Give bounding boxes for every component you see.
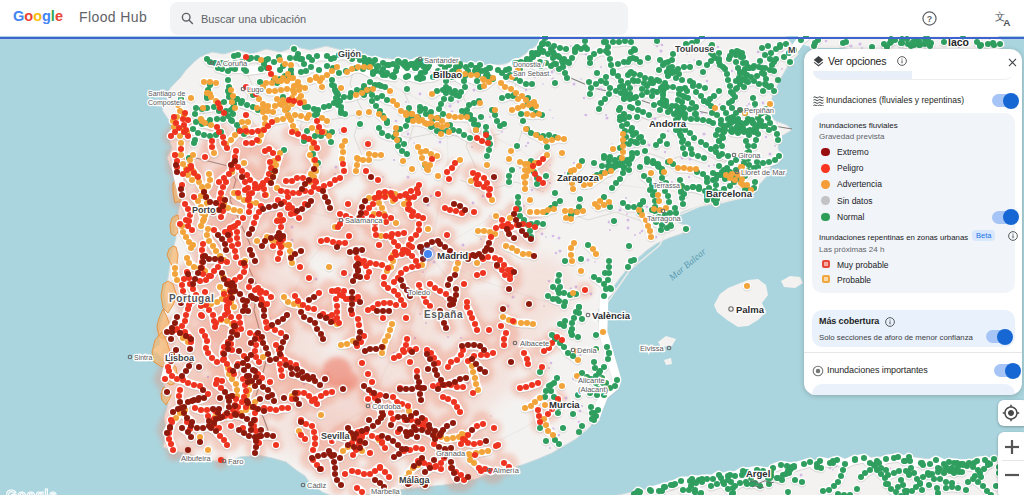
- svg-text:Toledo: Toledo: [408, 288, 430, 297]
- svg-text:Eivissa: Eivissa: [640, 344, 665, 353]
- svg-text:Lloret de Mar: Lloret de Mar: [741, 168, 786, 177]
- svg-text:Córdoba: Córdoba: [372, 402, 402, 411]
- svg-text:M: M: [788, 45, 796, 55]
- svg-text:Andorra: Andorra: [649, 118, 687, 129]
- svg-text:Terrassa: Terrassa: [653, 182, 680, 189]
- svg-text:Albufeira: Albufeira: [181, 454, 211, 463]
- svg-text:Madrid: Madrid: [437, 250, 468, 261]
- svg-text:A: A: [1003, 17, 1010, 27]
- svg-text:Compostela: Compostela: [148, 99, 185, 107]
- svg-text:Granada: Granada: [436, 449, 466, 458]
- svg-text:España: España: [424, 309, 463, 320]
- svg-text:Lugo: Lugo: [247, 85, 264, 94]
- svg-text:Málaga: Málaga: [399, 475, 431, 485]
- svg-text:Toulouse: Toulouse: [675, 44, 714, 54]
- svg-text:Cádiz: Cádiz: [307, 481, 326, 490]
- svg-text:Salamanca: Salamanca: [345, 216, 383, 225]
- svg-text:Barcelona: Barcelona: [706, 188, 753, 199]
- svg-text:Tarragona: Tarragona: [647, 214, 682, 223]
- svg-text:Argel: Argel: [746, 468, 770, 479]
- svg-text:Zaragoza: Zaragoza: [557, 172, 599, 183]
- svg-text:Murcia: Murcia: [549, 399, 580, 410]
- svg-text:Donostia /: Donostia /: [513, 61, 545, 68]
- svg-text:A Coruña: A Coruña: [216, 59, 248, 68]
- svg-text:Marbella: Marbella: [371, 487, 401, 495]
- svg-text:Portugal: Portugal: [169, 293, 214, 304]
- svg-text:Almería: Almería: [493, 466, 520, 475]
- svg-text:Dénia: Dénia: [577, 346, 597, 355]
- svg-text:Gijón: Gijón: [338, 49, 361, 59]
- svg-text:Porto: Porto: [192, 205, 216, 215]
- svg-text:Bilbao: Bilbao: [433, 69, 462, 80]
- svg-text:Girona: Girona: [738, 151, 761, 160]
- svg-text:Lisboa: Lisboa: [165, 353, 195, 363]
- svg-text:Sevilla: Sevilla: [321, 431, 351, 441]
- svg-text:(Alacant): (Alacant): [578, 385, 609, 394]
- svg-text:València: València: [592, 310, 631, 321]
- svg-text:?: ?: [927, 14, 932, 24]
- svg-text:Santiago de: Santiago de: [148, 90, 185, 98]
- svg-text:Faro: Faro: [228, 457, 243, 466]
- svg-text:Santander: Santander: [424, 56, 459, 65]
- svg-text:Perpiñán: Perpiñán: [744, 106, 774, 115]
- svg-text:Palma: Palma: [736, 304, 765, 315]
- svg-text:Alicante: Alicante: [578, 376, 605, 385]
- svg-text:San Sebast.: San Sebast.: [513, 70, 551, 77]
- svg-text:Albacete: Albacete: [520, 339, 549, 348]
- svg-text:Sintra: Sintra: [134, 354, 152, 361]
